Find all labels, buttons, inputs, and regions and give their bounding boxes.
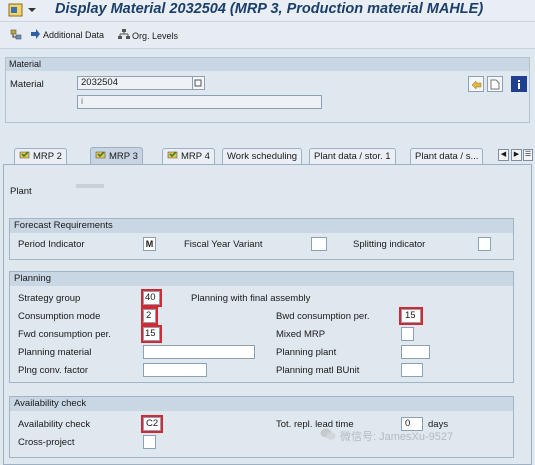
period-indicator-label: Period Indicator (18, 239, 85, 250)
planning-matl-bunit-label: Planning matl BUnit (276, 365, 360, 376)
tab-label: Plant data / stor. 1 (314, 151, 391, 162)
tab-icon (167, 149, 179, 164)
availability-check-label: Availability check (18, 419, 91, 430)
title-bar: Display Material 2032504 (MRP 3, Product… (0, 0, 535, 22)
consumption-mode-field[interactable]: 2 (141, 307, 158, 325)
org-levels-button[interactable]: Org. Levels (118, 29, 178, 42)
tab-label: MRP 4 (181, 151, 210, 162)
org-structure-icon (118, 29, 130, 42)
planning-material-field[interactable] (143, 345, 255, 359)
availability-check-field[interactable]: C2 (141, 415, 163, 433)
planning-material-label: Planning material (18, 347, 92, 358)
tab-label: MRP 2 (33, 151, 62, 162)
material-section-title: Material (6, 58, 529, 71)
tab-icon (19, 149, 31, 164)
cross-project-label: Cross-project (18, 437, 75, 448)
fwd-consumption-field[interactable]: 15 (141, 325, 162, 343)
tab-plant-data-stor-1[interactable]: Plant data / stor. 1 (309, 148, 396, 164)
tab-label: Work scheduling (227, 151, 298, 162)
window-title: Display Material 2032504 (MRP 3, Product… (55, 1, 484, 17)
planning-matl-bunit-field[interactable] (401, 363, 423, 377)
arrow-right-icon (30, 29, 41, 41)
tab-scroll-left-icon[interactable]: ◀ (498, 149, 509, 161)
bwd-consumption-field[interactable]: 15 (399, 307, 423, 325)
watermark-text: 微信号: JamesXu-9527 (340, 431, 454, 443)
other-material-button[interactable] (10, 29, 23, 43)
strategy-group-field[interactable]: 40 (141, 289, 162, 307)
app-menu-icon[interactable] (8, 3, 24, 18)
application-toolbar: Additional Data Org. Levels (0, 22, 535, 49)
material-panel: Material Material 2032504 i (5, 57, 530, 123)
info-icon[interactable] (511, 76, 527, 92)
plant-value-redacted (76, 184, 104, 188)
plng-conv-factor-field[interactable] (143, 363, 207, 377)
hierarchy-icon (10, 29, 23, 43)
bwd-consumption-label: Bwd consumption per. (276, 311, 370, 322)
cross-project-checkbox[interactable] (143, 435, 156, 449)
splitting-indicator-field[interactable] (478, 237, 491, 251)
org-levels-label: Org. Levels (132, 30, 179, 41)
strategy-group-label: Strategy group (18, 293, 81, 304)
planning-group: Planning Strategy group 40 Planning with… (9, 271, 514, 383)
plng-conv-factor-label: Plng conv. factor (18, 365, 89, 376)
copy-icon[interactable] (192, 76, 205, 90)
fwd-consumption-label: Fwd consumption per. (18, 329, 111, 340)
material-label: Material (10, 79, 44, 90)
additional-data-button[interactable]: Additional Data (30, 29, 104, 41)
availability-check-group: Availability check Availability check C2… (9, 396, 514, 458)
fiscal-year-variant-label: Fiscal Year Variant (184, 239, 263, 250)
plant-label: Plant (10, 186, 32, 197)
watermark: 微信号: JamesXu-9527 (320, 428, 453, 444)
tab-label: Plant data / s... (415, 151, 479, 162)
planning-title: Planning (10, 272, 513, 286)
material-number-field[interactable]: 2032504 (77, 76, 195, 90)
forecast-requirements-group: Forecast Requirements Period Indicator M… (9, 218, 514, 260)
tab-mrp-3[interactable]: MRP 3 (90, 147, 143, 164)
tab-mrp-2[interactable]: MRP 2 (14, 148, 67, 164)
period-indicator-field[interactable]: M (143, 237, 156, 251)
tab-icon (95, 149, 107, 164)
additional-data-label: Additional Data (43, 30, 105, 40)
tab-mrp-4[interactable]: MRP 4 (162, 148, 215, 164)
availability-check-title: Availability check (10, 397, 513, 411)
tab-plant-data-stor-2[interactable]: Plant data / s... (410, 148, 484, 164)
mixed-mrp-field[interactable] (401, 327, 414, 341)
dropdown-arrow-icon[interactable] (27, 5, 37, 18)
planning-plant-label: Planning plant (276, 347, 337, 358)
document-icon[interactable] (487, 76, 503, 92)
planning-plant-field[interactable] (401, 345, 430, 359)
wechat-icon (320, 428, 336, 444)
tab-scroll-right-icon[interactable]: ▶ (511, 149, 522, 161)
mixed-mrp-label: Mixed MRP (276, 329, 326, 340)
consumption-mode-label: Consumption mode (18, 311, 101, 322)
tab-label: MRP 3 (109, 150, 138, 162)
header-action-icon[interactable] (468, 76, 484, 92)
tab-list-icon[interactable]: ☰ (523, 149, 533, 161)
material-description-field[interactable]: i (77, 95, 322, 109)
tab-work-scheduling[interactable]: Work scheduling (222, 148, 303, 164)
strategy-group-text: Planning with final assembly (191, 293, 311, 304)
splitting-indicator-label: Splitting indicator (353, 239, 426, 250)
fiscal-year-variant-field[interactable] (311, 237, 327, 251)
forecast-requirements-title: Forecast Requirements (10, 219, 513, 233)
